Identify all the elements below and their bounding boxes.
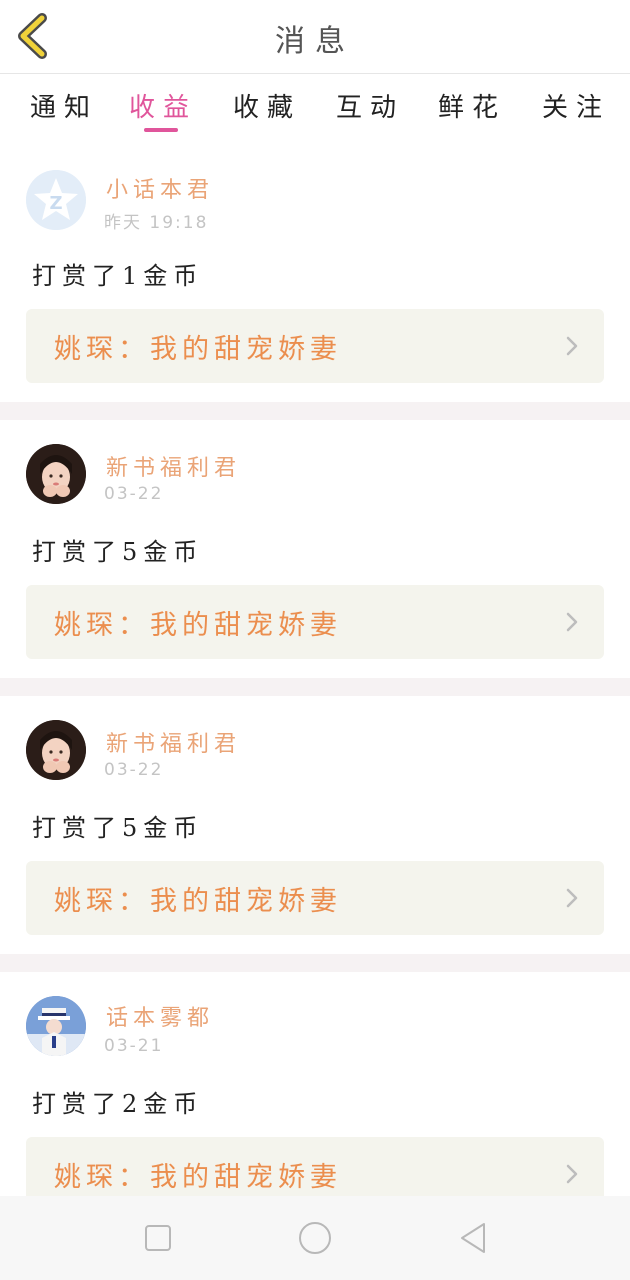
reward-text: 打赏了1金币 bbox=[32, 262, 204, 290]
reward-text: 打赏了5金币 bbox=[32, 538, 204, 566]
username[interactable]: 小话本君 bbox=[106, 172, 214, 204]
user-avatar[interactable] bbox=[26, 720, 86, 780]
chevron-right-icon bbox=[566, 612, 578, 632]
book-link[interactable]: 姚琛：我的甜宠娇妻 bbox=[26, 861, 604, 935]
book-title: 姚琛：我的甜宠娇妻 bbox=[54, 610, 342, 641]
book-title: 姚琛：我的甜宠娇妻 bbox=[54, 334, 342, 365]
user-avatar[interactable]: Z bbox=[26, 170, 86, 230]
system-nav-bar bbox=[0, 1196, 630, 1280]
tab-earnings[interactable]: 收益 bbox=[129, 87, 197, 124]
book-title: 姚琛：我的甜宠娇妻 bbox=[54, 1162, 342, 1193]
user-avatar[interactable] bbox=[26, 996, 86, 1056]
girl-photo-avatar bbox=[26, 444, 86, 504]
system-back-button[interactable] bbox=[454, 1218, 494, 1258]
message-card: 新书福利君 03-22 打赏了5金币 姚琛：我的甜宠娇妻 bbox=[0, 696, 630, 954]
user-avatar[interactable] bbox=[26, 444, 86, 504]
tab-following[interactable]: 关注 bbox=[542, 87, 610, 124]
message-time: 03-22 bbox=[104, 484, 164, 504]
header-bar: 消息 bbox=[0, 0, 630, 74]
anime-character-avatar bbox=[26, 996, 86, 1056]
tab-flowers[interactable]: 鲜花 bbox=[438, 87, 506, 124]
message-time: 昨天 19:18 bbox=[104, 213, 209, 233]
active-tab-indicator bbox=[144, 128, 178, 132]
message-card: 话本雾都 03-21 打赏了2金币 姚琛：我的甜宠娇妻 bbox=[0, 972, 630, 1211]
username[interactable]: 新书福利君 bbox=[106, 726, 241, 758]
tab-notifications[interactable]: 通知 bbox=[30, 87, 98, 124]
circle-icon bbox=[299, 1222, 331, 1254]
message-card: 新书福利君 03-22 打赏了5金币 姚琛：我的甜宠娇妻 bbox=[0, 420, 630, 678]
tab-favorites[interactable]: 收藏 bbox=[233, 87, 301, 124]
page-title: 消息 bbox=[275, 24, 355, 59]
chevron-right-icon bbox=[566, 1164, 578, 1184]
message-time: 03-22 bbox=[104, 760, 164, 780]
square-icon bbox=[145, 1225, 171, 1251]
reward-text: 打赏了5金币 bbox=[32, 814, 204, 842]
tab-interactions[interactable]: 互动 bbox=[336, 87, 404, 124]
recent-apps-button[interactable] bbox=[138, 1218, 178, 1258]
svg-text:Z: Z bbox=[49, 193, 62, 214]
reward-text: 打赏了2金币 bbox=[32, 1090, 204, 1118]
divider bbox=[0, 954, 630, 972]
chevron-right-icon bbox=[566, 336, 578, 356]
chevron-right-icon bbox=[566, 888, 578, 908]
message-card: Z 小话本君 昨天 19:18 打赏了1金币 姚琛：我的甜宠娇妻 bbox=[0, 146, 630, 402]
username[interactable]: 话本雾都 bbox=[106, 1000, 214, 1032]
book-title: 姚琛：我的甜宠娇妻 bbox=[54, 886, 342, 917]
divider bbox=[0, 678, 630, 696]
home-button[interactable] bbox=[295, 1218, 335, 1258]
qq-zone-logo-avatar: Z bbox=[26, 170, 86, 230]
book-link[interactable]: 姚琛：我的甜宠娇妻 bbox=[26, 309, 604, 383]
girl-photo-avatar bbox=[26, 720, 86, 780]
book-link[interactable]: 姚琛：我的甜宠娇妻 bbox=[26, 585, 604, 659]
tab-bar: 通知 收益 收藏 互动 鲜花 关注 bbox=[0, 75, 630, 145]
triangle-back-icon bbox=[461, 1223, 485, 1253]
divider bbox=[0, 402, 630, 420]
username[interactable]: 新书福利君 bbox=[106, 450, 241, 482]
message-time: 03-21 bbox=[104, 1036, 164, 1056]
